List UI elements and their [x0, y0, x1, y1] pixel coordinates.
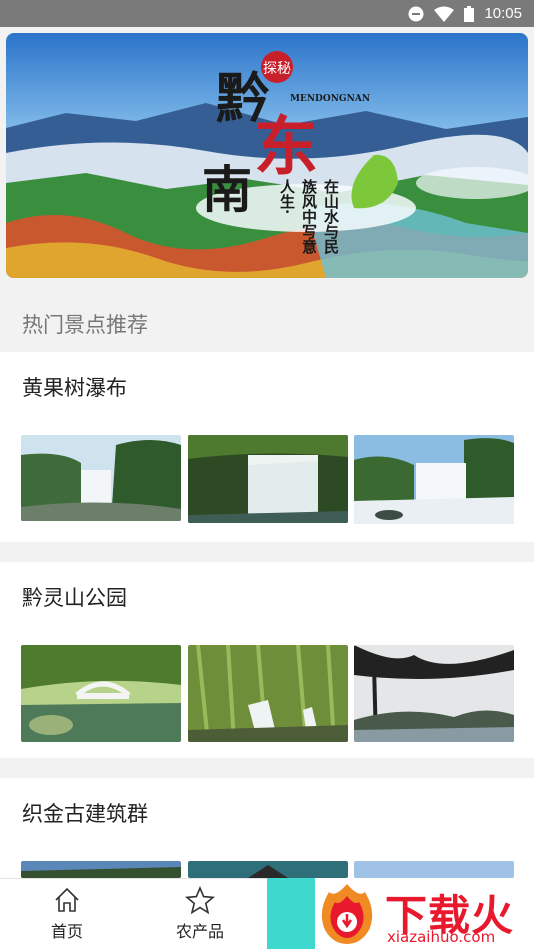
spot-photo[interactable]: [354, 861, 514, 878]
spot-photo[interactable]: [21, 645, 181, 742]
spot-photo[interactable]: [188, 435, 348, 523]
home-icon: [55, 887, 79, 912]
spot-title: 织金古建筑群: [22, 803, 148, 826]
spot-photo[interactable]: [188, 645, 348, 742]
spot-photo[interactable]: [21, 435, 181, 521]
watermark-logo: 下载火 xiazaihuo.com: [267, 878, 534, 949]
clock: 10:05: [484, 5, 522, 22]
spot-card-qianlingshan[interactable]: 黔灵山公园: [0, 562, 534, 758]
banner-carousel[interactable]: 探秘 黔 东 南 MENDONGNAN 在山水与民 族风中写意 人生·: [6, 33, 528, 278]
spot-card-zhijin[interactable]: 织金古建筑群: [0, 778, 534, 878]
watermark-url: xiazaihuo.com: [387, 928, 496, 946]
flame-logo-icon: [321, 884, 373, 944]
tab-farm-products[interactable]: 农产品: [135, 879, 265, 949]
spot-title: 黔灵山公园: [22, 587, 127, 610]
spot-card-huangguoshu[interactable]: 黄果树瀑布: [0, 352, 534, 542]
banner-subtitle: MENDONGNAN: [290, 94, 370, 104]
banner-title-char-3: 南: [202, 160, 252, 219]
spot-photo[interactable]: [188, 861, 348, 878]
tab-home[interactable]: 首页: [2, 879, 132, 949]
do-not-disturb-icon: [408, 6, 424, 22]
banner-vertical-line-1: 在山水与民: [322, 178, 340, 255]
spot-title: 黄果树瀑布: [22, 377, 127, 400]
banner-vertical-line-3: 人生·: [278, 179, 296, 214]
star-icon: [185, 886, 215, 914]
spot-photo[interactable]: [354, 645, 514, 742]
status-bar: 10:05: [0, 0, 534, 27]
spot-photo[interactable]: [21, 861, 181, 878]
battery-icon: [464, 5, 475, 22]
banner-title-char-2: 东: [254, 110, 318, 185]
tab-farm-products-label: 农产品: [175, 924, 224, 941]
section-heading: 热门景点推荐: [22, 314, 148, 337]
tab-home-label: 首页: [50, 924, 83, 941]
wifi-icon: [434, 6, 455, 22]
spot-photo[interactable]: [354, 435, 514, 524]
banner-vertical-line-2: 族风中写意: [300, 178, 318, 255]
banner-image: 探秘 黔 东 南 MENDONGNAN 在山水与民 族风中写意 人生·: [6, 33, 528, 278]
